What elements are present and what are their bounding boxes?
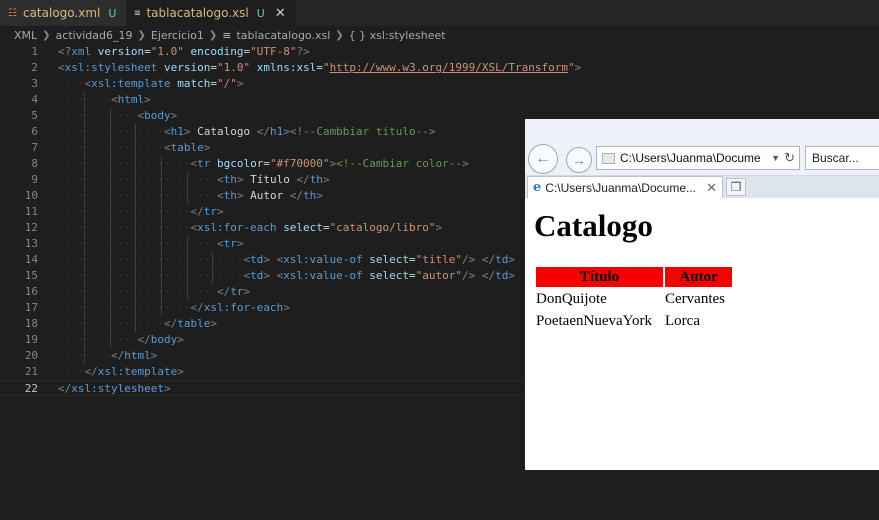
table-cell: PoetaenNuevaYork [536,312,652,329]
table-cell: Cervantes [665,290,725,307]
rss-file-icon: ☷ [8,7,17,19]
search-input[interactable]: Buscar... [805,146,879,170]
line-number: 12 [24,221,38,234]
column-header: Autor [679,268,718,285]
xsl-file-icon: ≡ [222,28,232,42]
untracked-badge: U [256,6,265,20]
address-bar[interactable]: C:\Users\Juanma\Docume ▼ ↻ [596,146,800,170]
column-header: Título [579,268,620,285]
close-icon[interactable]: ✕ [275,6,286,21]
code-line: 1 <?xml version="1.0" encoding="UTF-8"?> [0,44,879,60]
breadcrumb-item[interactable]: Ejercicio1 [151,29,204,42]
line-number: 1 [31,45,38,58]
code-line: 2 <xsl:stylesheet version="1.0" xmlns:xsl… [0,60,879,76]
line-number: 22 [24,382,38,395]
line-number: 14 [24,253,38,266]
chevron-down-icon[interactable]: ▼ [771,153,780,163]
chevron-right-icon: ❯ [335,29,344,41]
tab-catalogo-xml[interactable]: ☷ catalogo.xml U [0,0,127,26]
line-number: 19 [24,333,38,346]
line-number: 20 [24,349,38,362]
line-number: 5 [31,109,38,122]
line-number: 9 [31,173,38,186]
table-cell: DonQuijote [536,290,607,307]
breadcrumb-item[interactable]: { } xsl:stylesheet [349,29,446,42]
catalog-table: Título Autor DonQuijote Cervantes Poetae… [534,265,734,333]
breadcrumb-item[interactable]: XML [14,29,37,42]
line-number: 3 [31,77,38,90]
xsl-file-icon: ≡ [134,7,141,19]
line-number: 7 [31,141,38,154]
code-line: 3 ····<xsl:template match="/"> [0,76,879,92]
table-header-row: Título Autor [536,267,732,287]
untracked-badge: U [108,6,117,20]
table-row: DonQuijote Cervantes [536,289,732,309]
breadcrumb-item[interactable]: tablacatalogo.xsl [236,29,330,42]
chevron-right-icon: ❯ [42,29,51,41]
chevron-right-icon: ❯ [208,29,218,41]
line-number: 11 [24,205,38,218]
close-tab-icon[interactable]: ✕ [706,180,717,196]
browser-tab[interactable]: e C:\Users\Juanma\Docume... ✕ [527,176,723,198]
table-cell: Lorca [665,312,700,329]
address-text: C:\Users\Juanma\Docume [620,151,761,165]
line-number: 21 [24,365,38,378]
chevron-right-icon: ❯ [137,29,146,41]
browser-tab-strip: e C:\Users\Juanma\Docume... ✕ ❐ [525,176,879,198]
line-number: 15 [24,269,38,282]
line-number: 16 [24,285,38,298]
page-heading: Catalogo [534,208,653,243]
browser-window: ← → C:\Users\Juanma\Docume ▼ ↻ Buscar...… [525,119,879,470]
editor-tab-bar: ☷ catalogo.xml U ≡ tablacatalogo.xsl U ✕ [0,0,879,26]
line-number: 18 [24,317,38,330]
forward-button[interactable]: → [566,147,592,173]
table-row: PoetaenNuevaYork Lorca [536,311,732,331]
ie-logo-icon: e [533,180,542,195]
line-number: 10 [24,189,38,202]
tab-label: tablacatalogo.xsl [146,6,249,20]
line-number: 6 [31,125,38,138]
refresh-icon[interactable]: ↻ [784,150,795,166]
line-number: 4 [31,93,38,106]
breadcrumb-item[interactable]: actividad6_19 [56,29,133,42]
line-number: 8 [31,157,38,170]
breadcrumb: XML ❯ actividad6_19 ❯ Ejercicio1 ❯ ≡ tab… [0,26,879,44]
tab-label: catalogo.xml [22,6,101,20]
rendered-page: Catalogo Título Autor DonQuijote Cervant… [525,198,879,470]
line-number: 13 [24,237,38,250]
new-tab-icon: ❐ [730,180,742,194]
browser-tab-label: C:\Users\Juanma\Docume... [545,180,696,195]
new-tab-button[interactable]: ❐ [726,178,746,196]
browser-toolbar: ← → C:\Users\Juanma\Docume ▼ ↻ Buscar... [525,119,879,176]
line-number: 2 [31,61,38,74]
back-button[interactable]: ← [528,144,558,174]
tab-tablacatalogo-xsl[interactable]: ≡ tablacatalogo.xsl U ✕ [126,0,296,26]
code-line: 4 ········<html> [0,92,879,108]
line-number: 17 [24,301,38,314]
page-icon [602,152,615,164]
